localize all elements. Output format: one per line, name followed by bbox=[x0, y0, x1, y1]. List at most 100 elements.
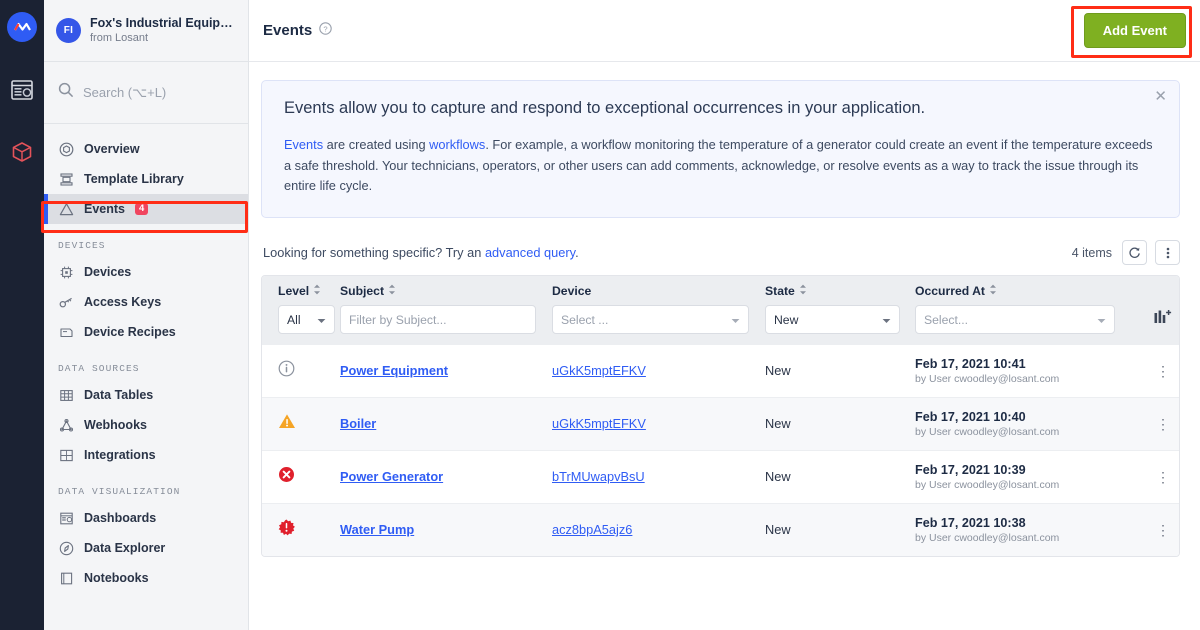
sidebar-item-device-recipes[interactable]: Device Recipes bbox=[44, 317, 248, 347]
row-occurred-by: by User cwoodley@losant.com bbox=[915, 531, 1060, 544]
dashboard-icon bbox=[58, 510, 74, 526]
column-header-subject[interactable]: Subject bbox=[340, 284, 552, 298]
sidebar-item-data-explorer[interactable]: Data Explorer bbox=[44, 533, 248, 563]
row-subject-link[interactable]: Water Pump bbox=[340, 522, 414, 537]
losant-logo-icon[interactable] bbox=[7, 12, 37, 42]
table-row[interactable]: Power Generator bTrMUwapvBsU New Feb 17,… bbox=[262, 450, 1179, 503]
row-kebab-menu-icon[interactable]: ⋮ bbox=[1156, 470, 1170, 484]
app-subtitle: from Losant bbox=[90, 32, 149, 45]
filter-occurred-at-select[interactable]: Select... bbox=[915, 305, 1115, 335]
sidebar-item-label: Device Recipes bbox=[84, 325, 176, 339]
row-occurred-by: by User cwoodley@losant.com bbox=[915, 478, 1060, 491]
sidebar-item-data-tables[interactable]: Data Tables bbox=[44, 380, 248, 410]
column-header-state[interactable]: State bbox=[765, 284, 915, 298]
sidebar-item-webhooks[interactable]: Webhooks bbox=[44, 410, 248, 440]
sidebar-item-label: Access Keys bbox=[84, 295, 162, 309]
warning-triangle-icon bbox=[278, 413, 296, 435]
row-kebab-menu-icon[interactable]: ⋮ bbox=[1156, 417, 1170, 431]
grid-icon bbox=[58, 387, 74, 403]
table-row[interactable]: Boiler uGkK5mptEFKV New Feb 17, 2021 10:… bbox=[262, 397, 1179, 451]
workflows-link[interactable]: workflows bbox=[429, 137, 485, 152]
filter-subject-input[interactable]: Filter by Subject... bbox=[340, 305, 536, 335]
row-device-link[interactable]: uGkK5mptEFKV bbox=[552, 416, 646, 431]
filter-device-select[interactable]: Select ... bbox=[552, 305, 749, 335]
add-column-icon[interactable] bbox=[1154, 309, 1173, 330]
sidebar-item-events[interactable]: Events 4 bbox=[44, 194, 248, 224]
refresh-icon[interactable] bbox=[1122, 240, 1147, 266]
page-title: Events bbox=[263, 22, 313, 39]
sort-icon bbox=[989, 284, 997, 298]
sidebar-nav: Overview Template Library Events 4 DEVIC… bbox=[44, 124, 248, 630]
add-event-button[interactable]: Add Event bbox=[1083, 13, 1186, 48]
items-count: 4 items bbox=[1071, 245, 1112, 260]
row-state: New bbox=[765, 416, 791, 432]
chevron-down-icon bbox=[317, 313, 326, 327]
rail-item-applications[interactable] bbox=[8, 138, 36, 166]
sidebar-item-overview[interactable]: Overview bbox=[44, 134, 248, 164]
query-text-after: . bbox=[575, 245, 579, 261]
content: ✕ Events allow you to capture and respon… bbox=[249, 62, 1200, 630]
row-occurred-by: by User cwoodley@losant.com bbox=[915, 425, 1060, 438]
template-library-icon bbox=[58, 171, 74, 187]
row-kebab-menu-icon[interactable]: ⋮ bbox=[1156, 523, 1170, 537]
info-circle-icon bbox=[278, 360, 295, 382]
column-header-occurred-at[interactable]: Occurred At bbox=[915, 284, 1147, 298]
table-row[interactable]: Water Pump acz8bpA5ajz6 New Feb 17, 2021… bbox=[262, 503, 1179, 557]
row-kebab-menu-icon[interactable]: ⋮ bbox=[1156, 364, 1170, 378]
query-prompt: Looking for something specific? Try an a… bbox=[263, 245, 579, 260]
app-title: Fox's Industrial Equipm… bbox=[90, 15, 236, 30]
info-banner: ✕ Events allow you to capture and respon… bbox=[261, 80, 1180, 219]
sidebar-app-header[interactable]: FI Fox's Industrial Equipm… from Losant bbox=[44, 0, 248, 62]
row-occurred-at: Feb 17, 2021 10:38 bbox=[915, 515, 1026, 530]
sidebar-item-access-keys[interactable]: Access Keys bbox=[44, 287, 248, 317]
row-occurred-at: Feb 17, 2021 10:41 bbox=[915, 356, 1026, 371]
recipe-icon bbox=[58, 324, 74, 340]
sidebar-item-notebooks[interactable]: Notebooks bbox=[44, 563, 248, 593]
events-link[interactable]: Events bbox=[284, 137, 323, 152]
banner-headline: Events allow you to capture and respond … bbox=[284, 99, 926, 117]
sidebar-item-dashboards[interactable]: Dashboards bbox=[44, 503, 248, 533]
key-icon bbox=[58, 294, 74, 310]
sidebar-item-devices[interactable]: Devices bbox=[44, 257, 248, 287]
search-input[interactable]: Search (⌥+L) bbox=[44, 62, 248, 124]
avatar: FI bbox=[56, 18, 81, 43]
advanced-query-link[interactable]: advanced query bbox=[485, 245, 575, 260]
sidebar-item-label: Data Explorer bbox=[84, 541, 166, 555]
chevron-down-icon bbox=[731, 313, 740, 327]
row-occurred-at: Feb 17, 2021 10:40 bbox=[915, 409, 1026, 424]
kebab-menu-icon[interactable] bbox=[1155, 240, 1180, 266]
filter-state-select[interactable]: New bbox=[765, 305, 900, 335]
banner-body: Events are created using workflows. For … bbox=[284, 135, 1157, 197]
close-icon[interactable]: ✕ bbox=[1154, 89, 1167, 104]
sidebar: FI Fox's Industrial Equipm… from Losant … bbox=[44, 0, 249, 630]
sidebar-item-integrations[interactable]: Integrations bbox=[44, 440, 248, 470]
table-row[interactable]: Power Equipment uGkK5mptEFKV New Feb 17,… bbox=[262, 344, 1179, 397]
sidebar-item-label: Events bbox=[84, 202, 125, 216]
filter-level-select[interactable]: All bbox=[278, 305, 335, 335]
row-occurred-at: Feb 17, 2021 10:39 bbox=[915, 462, 1026, 477]
row-subject-link[interactable]: Power Equipment bbox=[340, 363, 448, 378]
search-icon bbox=[58, 82, 74, 103]
query-bar: Looking for something specific? Try an a… bbox=[261, 240, 1180, 266]
chevron-down-icon bbox=[882, 313, 891, 327]
column-header-level[interactable]: Level bbox=[278, 284, 340, 298]
sidebar-item-label: Dashboards bbox=[84, 511, 157, 525]
row-state: New bbox=[765, 363, 791, 379]
sidebar-group-data-sources: DATA SOURCES bbox=[58, 363, 140, 374]
sort-icon bbox=[388, 284, 396, 298]
row-device-link[interactable]: acz8bpA5ajz6 bbox=[552, 522, 632, 537]
row-subject-link[interactable]: Power Generator bbox=[340, 469, 443, 484]
chevron-down-icon bbox=[1097, 313, 1106, 327]
sidebar-item-template-library[interactable]: Template Library bbox=[44, 164, 248, 194]
rail-item-dashboard[interactable] bbox=[8, 76, 36, 104]
question-circle-icon[interactable]: ? bbox=[319, 21, 332, 40]
main-area: Events ? Add Event ✕ Events allow you to… bbox=[249, 0, 1200, 630]
row-subject-link[interactable]: Boiler bbox=[340, 416, 376, 431]
app-window: FI Fox's Industrial Equipm… from Losant … bbox=[0, 0, 1200, 630]
row-state: New bbox=[765, 469, 791, 485]
sidebar-item-label: Integrations bbox=[84, 448, 156, 462]
row-device-link[interactable]: bTrMUwapvBsU bbox=[552, 469, 645, 484]
row-device-link[interactable]: uGkK5mptEFKV bbox=[552, 363, 646, 378]
chip-icon bbox=[58, 264, 74, 280]
table-header: Level Subject Device State Occurred At A… bbox=[262, 276, 1179, 345]
